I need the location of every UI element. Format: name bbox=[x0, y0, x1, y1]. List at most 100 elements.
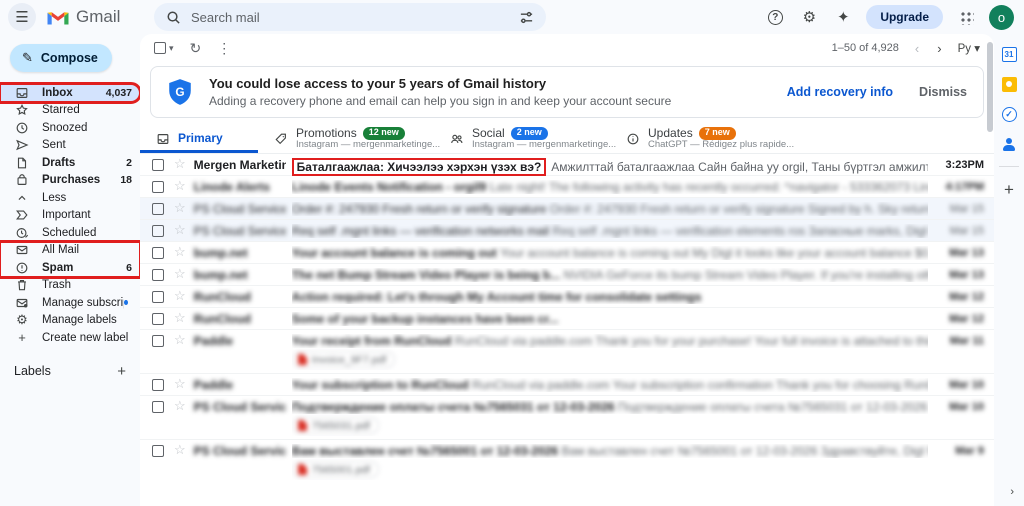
attachment-chip[interactable]: Invoice_9F7.pdf bbox=[292, 351, 396, 368]
more-options-icon[interactable]: ⋮ bbox=[217, 40, 231, 57]
email-row[interactable]: ☆PaddleYour subscription to RunCloud Run… bbox=[140, 374, 994, 396]
chevron-up-icon bbox=[14, 191, 30, 205]
email-sender: PS Cloud Services bbox=[194, 396, 286, 414]
row-checkbox[interactable] bbox=[152, 335, 164, 347]
tab-promotions[interactable]: Promotions12 newInstagram — mergenmarket… bbox=[258, 124, 434, 153]
email-row[interactable]: ☆bump.netThe net Bump Stream Video Playe… bbox=[140, 264, 994, 286]
keep-icon[interactable] bbox=[1001, 76, 1018, 93]
row-star-icon[interactable]: ☆ bbox=[174, 310, 186, 326]
row-checkbox[interactable] bbox=[152, 159, 164, 171]
row-star-icon[interactable]: ☆ bbox=[174, 178, 186, 194]
sidebar-item-manage-labels[interactable]: ⚙Manage labels bbox=[0, 312, 140, 330]
row-checkbox[interactable] bbox=[152, 269, 164, 281]
tab-updates[interactable]: Updates7 newChatGPT — Rédigez plus rapid… bbox=[610, 124, 786, 153]
refresh-icon[interactable]: ↻ bbox=[190, 40, 202, 57]
email-list: ☆Mergen MarketingБаталгаажлаа: Хичээлээ … bbox=[140, 154, 994, 480]
row-checkbox[interactable] bbox=[152, 225, 164, 237]
input-tools-selector[interactable]: Ру ▾ bbox=[958, 41, 980, 55]
help-icon[interactable]: ? bbox=[764, 6, 786, 28]
sidebar-item-less[interactable]: Less bbox=[0, 189, 140, 207]
settings-gear-icon[interactable]: ⚙ bbox=[798, 6, 820, 28]
row-star-icon[interactable]: ☆ bbox=[174, 288, 186, 304]
email-subject: Подтверждение оплаты счета №7565031 от 1… bbox=[292, 400, 615, 414]
gemini-icon[interactable]: ✦ bbox=[832, 6, 854, 28]
account-avatar[interactable]: o bbox=[989, 5, 1014, 30]
row-star-icon[interactable]: ☆ bbox=[174, 442, 186, 458]
row-checkbox[interactable] bbox=[152, 379, 164, 391]
email-row[interactable]: ☆ PS Cloud Services Подтверждение оплаты с… bbox=[140, 396, 994, 440]
row-star-icon[interactable]: ☆ bbox=[174, 266, 186, 282]
sidebar-item-snoozed[interactable]: Snoozed bbox=[0, 119, 140, 137]
sidebar-item-important[interactable]: Important bbox=[0, 207, 140, 225]
email-snippet: NVIDIA GeForce its bump Stream Video Pla… bbox=[564, 268, 928, 282]
email-row[interactable]: ☆RunCloudAction required: Let's through … bbox=[140, 286, 994, 308]
email-snippet: Подтверждение оплаты счета №7565031 от 1… bbox=[618, 400, 928, 414]
email-row[interactable]: ☆Linode AlertsLinode Events Notification… bbox=[140, 176, 994, 198]
newer-page-icon[interactable]: ‹ bbox=[913, 41, 921, 56]
email-sender: Paddle bbox=[194, 374, 286, 392]
search-bar[interactable] bbox=[154, 3, 546, 31]
row-checkbox[interactable] bbox=[152, 445, 164, 457]
add-recovery-info-link[interactable]: Add recovery info bbox=[787, 85, 893, 99]
row-checkbox[interactable] bbox=[152, 181, 164, 193]
older-page-icon[interactable]: › bbox=[935, 41, 943, 56]
search-input[interactable] bbox=[191, 10, 509, 25]
row-star-icon[interactable]: ☆ bbox=[174, 222, 186, 238]
sidebar-item-create-new-label[interactable]: +Create new label bbox=[0, 329, 140, 347]
email-snippet: RunCloud via paddle.com Your subscriptio… bbox=[472, 378, 928, 392]
sidebar-item-manage-subscriptions[interactable]: Manage subscriptions bbox=[0, 294, 140, 312]
row-checkbox[interactable] bbox=[152, 247, 164, 259]
row-star-icon[interactable]: ☆ bbox=[174, 332, 186, 348]
attachment-chip[interactable]: 7565031.pdf bbox=[292, 417, 379, 434]
sidebar-item-spam[interactable]: Spam6 bbox=[0, 259, 140, 277]
row-star-icon[interactable]: ☆ bbox=[174, 200, 186, 216]
calendar-icon[interactable]: 31 bbox=[1001, 46, 1018, 63]
shield-icon: G bbox=[167, 78, 193, 106]
email-row[interactable]: ☆PS Cloud ServicesReq self .mgnt links —… bbox=[140, 220, 994, 242]
email-subject: Req self .mgnt links — verification netw… bbox=[292, 224, 549, 238]
select-dropdown-icon[interactable]: ▾ bbox=[169, 43, 174, 54]
main-menu-icon[interactable]: ☰ bbox=[8, 3, 36, 31]
row-checkbox[interactable] bbox=[152, 203, 164, 215]
google-apps-icon[interactable] bbox=[955, 6, 977, 28]
email-row[interactable]: ☆bump.netYour account balance is coming … bbox=[140, 242, 994, 264]
row-star-icon[interactable]: ☆ bbox=[174, 156, 186, 172]
email-row[interactable]: ☆Mergen MarketingБаталгаажлаа: Хичээлээ … bbox=[140, 154, 994, 176]
hide-side-panel-icon[interactable]: › bbox=[1010, 486, 1014, 498]
sidebar-item-purchases[interactable]: Purchases18 bbox=[0, 172, 140, 190]
email-row[interactable]: ☆PaddleYour receipt from RunCloud RunClo… bbox=[140, 330, 994, 374]
sidebar-item-sent[interactable]: Sent bbox=[0, 137, 140, 155]
sidebar-item-trash[interactable]: Trash bbox=[0, 277, 140, 295]
email-row[interactable]: ☆RunCloudSome of your backup instances h… bbox=[140, 308, 994, 330]
email-row[interactable]: ☆PS Cloud ServicesВам выставлен счет №75… bbox=[140, 440, 994, 480]
inbox-icon bbox=[156, 132, 170, 146]
gmail-logo[interactable]: Gmail bbox=[46, 7, 128, 27]
create-label-icon[interactable]: + bbox=[117, 363, 126, 380]
sidebar-item-inbox[interactable]: Inbox4,037 bbox=[0, 84, 140, 102]
row-star-icon[interactable]: ☆ bbox=[174, 244, 186, 260]
email-row[interactable]: ☆PS Cloud ServicesOrder #: 247930 Fresh … bbox=[140, 198, 994, 220]
sidebar-item-drafts[interactable]: Drafts2 bbox=[0, 154, 140, 172]
compose-button[interactable]: ✎ Compose bbox=[10, 44, 112, 72]
select-all-checkbox[interactable] bbox=[154, 42, 166, 54]
star-icon bbox=[14, 103, 30, 117]
item-count: 2 bbox=[126, 157, 132, 169]
contacts-icon[interactable] bbox=[1001, 136, 1018, 153]
row-star-icon[interactable]: ☆ bbox=[174, 376, 186, 392]
get-addons-icon[interactable]: + bbox=[1004, 180, 1014, 200]
sidebar-item-starred[interactable]: Starred bbox=[0, 102, 140, 120]
upgrade-button[interactable]: Upgrade bbox=[866, 5, 943, 29]
row-checkbox[interactable] bbox=[152, 313, 164, 325]
row-star-icon[interactable]: ☆ bbox=[174, 398, 186, 414]
scrollbar-thumb[interactable] bbox=[987, 42, 993, 132]
row-checkbox[interactable] bbox=[152, 291, 164, 303]
sidebar-item-all-mail[interactable]: All Mail bbox=[0, 242, 140, 260]
sidebar-item-scheduled[interactable]: Scheduled bbox=[0, 224, 140, 242]
tab-primary[interactable]: Primary bbox=[140, 124, 258, 153]
row-checkbox[interactable] bbox=[152, 401, 164, 413]
dismiss-button[interactable]: Dismiss bbox=[919, 85, 967, 99]
attachment-chip[interactable]: 7565001.pdf bbox=[292, 461, 379, 478]
tasks-icon[interactable]: ✓ bbox=[1001, 106, 1018, 123]
search-options-icon[interactable] bbox=[519, 10, 534, 25]
tab-social[interactable]: Social2 newInstagram — mergenmarketinge.… bbox=[434, 124, 610, 153]
